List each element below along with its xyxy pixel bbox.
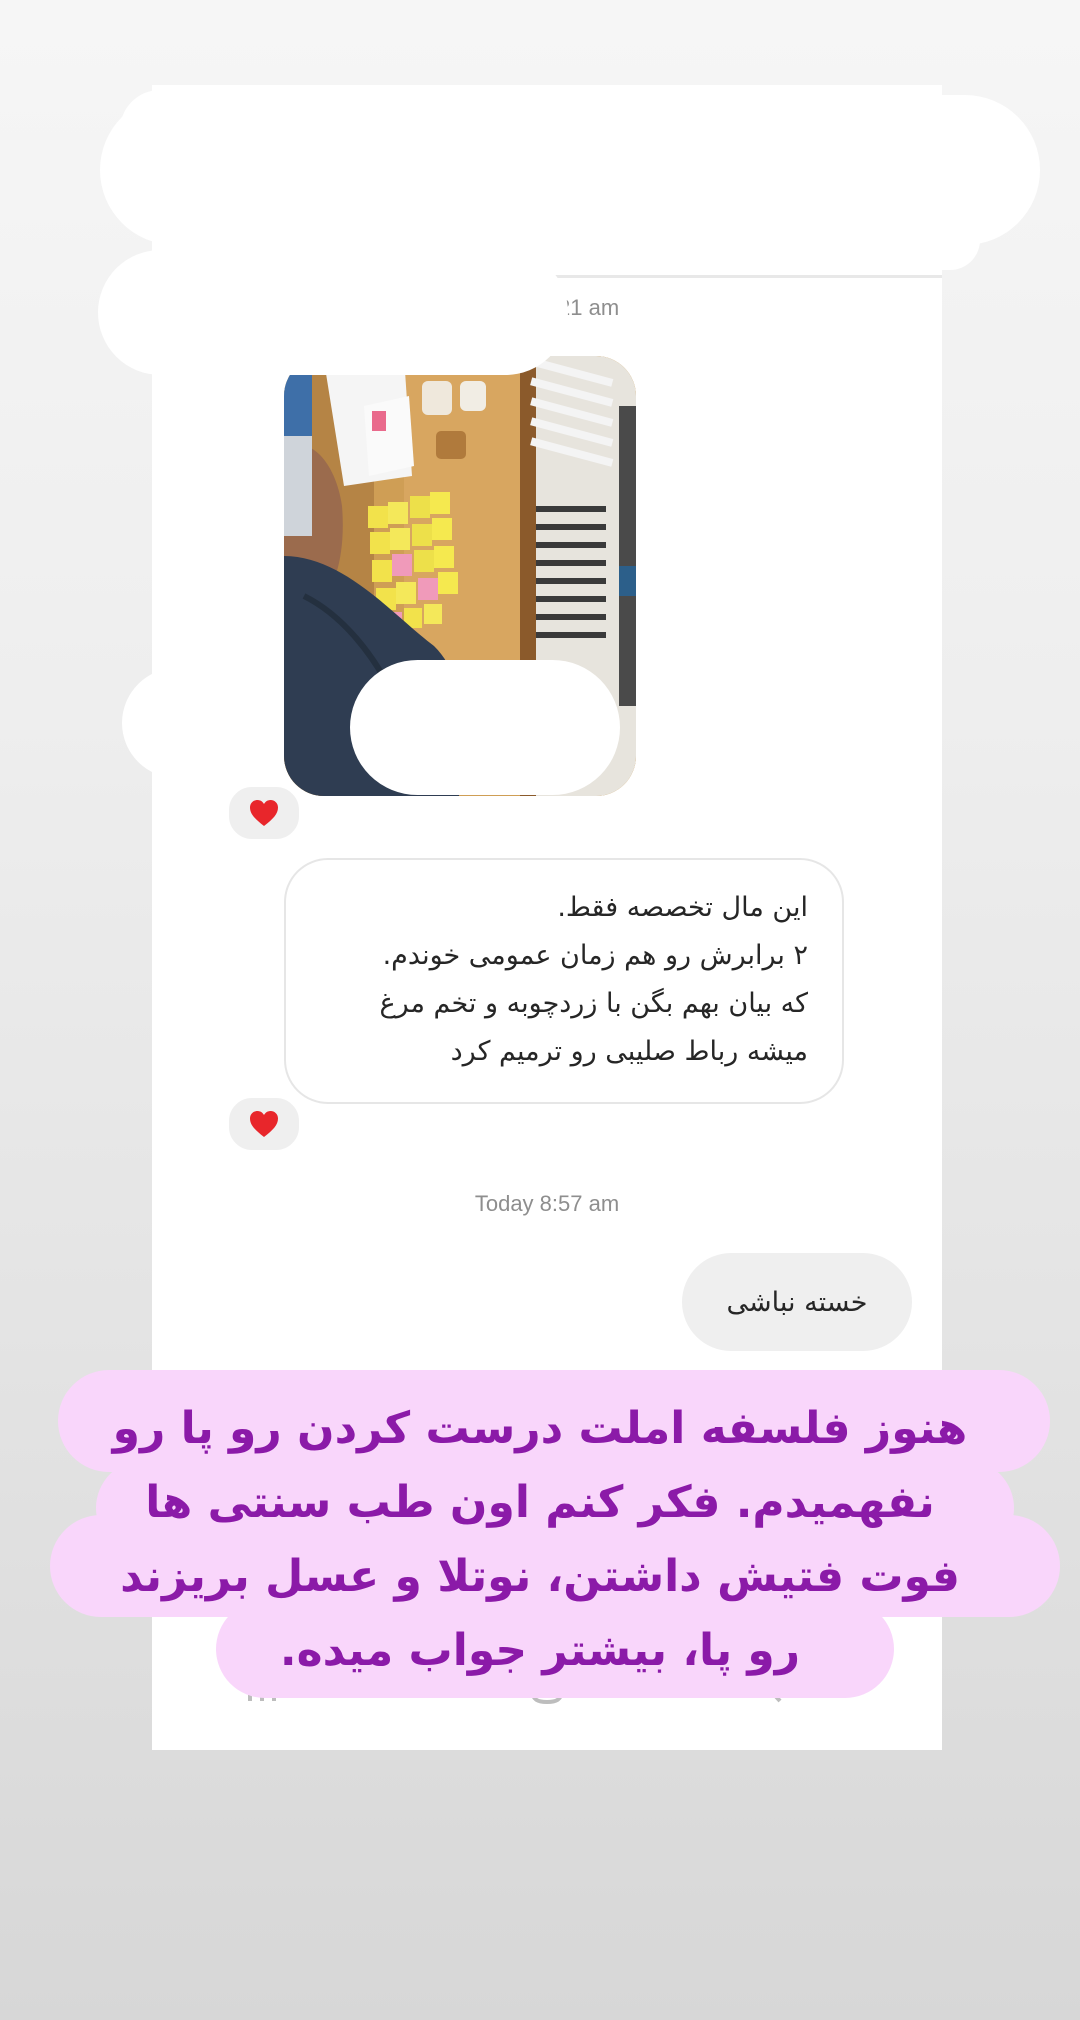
heart-icon bbox=[250, 1111, 278, 1137]
message-line: این مال تخصصه فقط. bbox=[557, 892, 808, 923]
heart-icon bbox=[250, 800, 278, 826]
reaction-badge[interactable] bbox=[226, 1095, 302, 1153]
caption-line: رو پا، بیشتر جواب میده. bbox=[279, 1625, 801, 1676]
message-line: میشه رباط صلیبی رو ترمیم کرد bbox=[450, 1036, 808, 1067]
sent-message-text: خسته نباشی bbox=[726, 1286, 868, 1318]
redaction-scribble bbox=[560, 210, 980, 270]
message-line: ۲ برابرش رو هم زمان عمومی خوندم. bbox=[382, 940, 808, 971]
caption-line: نفهمیدم. فکر کنم اون طب سنتی ها bbox=[145, 1477, 935, 1528]
message-line: که بیان بهم بگن با زردچوبه و تخم مرغ bbox=[379, 988, 808, 1019]
caption-line: هنوز فلسفه املت درست کردن رو پا رو bbox=[112, 1403, 968, 1454]
received-message-bubble[interactable]: این مال تخصصه فقط. ۲ برابرش رو هم زمان ع… bbox=[284, 858, 844, 1104]
story-caption: هنوز فلسفه املت درست کردن رو پا رو نفهمی… bbox=[40, 1392, 1040, 1688]
redaction-scribble bbox=[350, 660, 620, 795]
redaction-scribble bbox=[98, 250, 568, 375]
redaction-scribble bbox=[122, 668, 262, 778]
caption-line: فوت فتیش داشتن، نوتلا و عسل بریزند bbox=[120, 1551, 960, 1602]
reaction-badge[interactable] bbox=[226, 784, 302, 842]
redaction-scribble bbox=[120, 90, 940, 170]
timestamp: Today 8:57 am bbox=[474, 1191, 620, 1216]
sent-message-bubble[interactable]: خسته نباشی bbox=[682, 1253, 912, 1351]
